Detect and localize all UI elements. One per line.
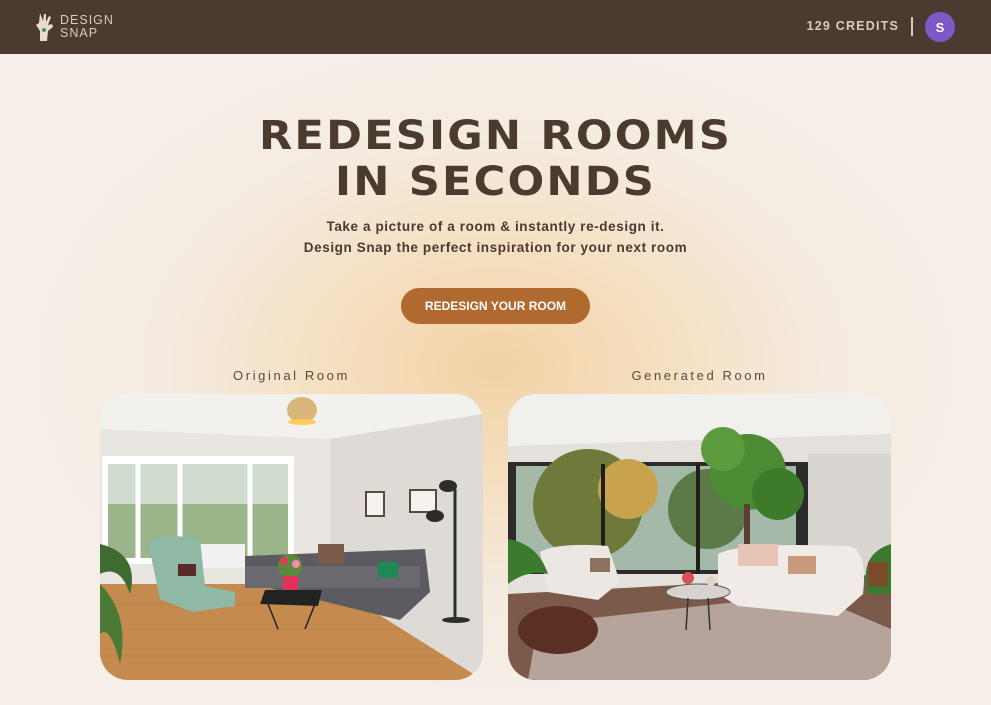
generated-room-label: Generated Room — [631, 368, 768, 383]
hero-title-line2: IN SECONDS — [334, 159, 657, 205]
hero-subtitle-line1: Take a picture of a room & instantly re-… — [326, 219, 665, 234]
credits-counter[interactable]: 129 CREDITS — [807, 19, 899, 33]
header-divider — [911, 17, 913, 36]
generated-room-illustration — [508, 394, 891, 680]
logo[interactable]: DESIGN SNAP — [34, 11, 114, 43]
hero-title: REDESIGN ROOMS IN SECONDS — [0, 113, 991, 205]
user-avatar[interactable]: S — [925, 12, 955, 42]
original-room-label: Original Room — [233, 368, 350, 383]
hero-title-line1: REDESIGN ROOMS — [258, 113, 733, 159]
redesign-room-button[interactable]: REDESIGN YOUR ROOM — [401, 288, 590, 324]
hand-logo-icon — [36, 13, 53, 41]
top-bar: DESIGN SNAP 129 CREDITS S — [0, 0, 991, 54]
hero-subtitle: Take a picture of a room & instantly re-… — [0, 216, 991, 258]
original-room-image — [100, 394, 483, 680]
generated-room-image — [508, 394, 891, 680]
original-room-illustration — [100, 394, 483, 680]
logo-text-line2: SNAP — [60, 26, 99, 40]
hero-subtitle-line2: Design Snap the perfect inspiration for … — [303, 240, 688, 255]
